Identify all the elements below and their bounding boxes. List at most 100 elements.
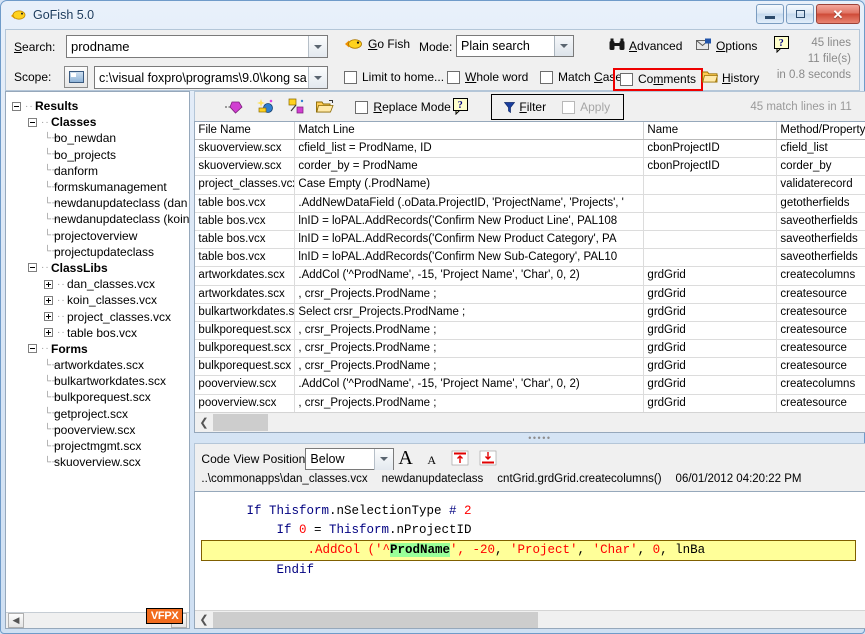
pane-splitter[interactable]: ••••• xyxy=(194,433,865,443)
tree-node[interactable]: └─pooverview.scx xyxy=(12,422,189,438)
match-case-checkbox[interactable]: Match Case xyxy=(540,70,622,84)
grid-body[interactable]: skuoverview.scxcfield_list = ProdName, I… xyxy=(195,140,865,412)
table-row[interactable]: table bos.vcxlnID = loPAL.AddRecords('Co… xyxy=(195,213,865,231)
table-row[interactable]: table bos.vcxlnID = loPAL.AddRecords('Co… xyxy=(195,249,865,267)
table-row[interactable]: artworkdates.scx, crsr_Projects.ProdName… xyxy=(195,286,865,304)
tree-expand-icon[interactable] xyxy=(44,312,53,321)
limit-to-home-checkbox[interactable]: Limit to home... xyxy=(344,70,444,84)
whole-word-checkbox[interactable]: Whole word xyxy=(447,70,528,84)
grid-horizontal-scrollbar[interactable]: ❮ ❯ xyxy=(195,412,865,432)
grid-column-header[interactable]: Method/Property Na xyxy=(777,122,865,139)
search-input[interactable] xyxy=(67,37,297,56)
minimize-button[interactable] xyxy=(756,4,784,24)
tree-expand-icon[interactable] xyxy=(44,280,53,289)
table-row[interactable]: bulkporequest.scx, crsr_Projects.ProdNam… xyxy=(195,340,865,358)
comments-checkbox[interactable]: Comments xyxy=(613,68,703,91)
apply-checkbox[interactable]: Apply xyxy=(562,100,610,114)
move-to-top-icon[interactable] xyxy=(451,450,469,466)
tree-node[interactable]: └─projectoverview xyxy=(12,228,189,244)
table-row[interactable]: bulkporequest.scx, crsr_Projects.ProdNam… xyxy=(195,322,865,340)
scrollbar-thumb[interactable] xyxy=(213,414,268,431)
code-view-position-dropdown-icon[interactable] xyxy=(374,449,393,470)
tree-node[interactable]: └─newdanupdateclass (dan xyxy=(12,195,189,211)
increase-font-button[interactable]: A xyxy=(398,447,412,470)
code-token: If xyxy=(276,523,299,537)
tree-node[interactable]: ··dan_classes.vcx xyxy=(12,276,189,292)
tree-node[interactable]: └─bulkartworkdates.scx xyxy=(12,373,189,389)
mode-combobox[interactable]: Plain search xyxy=(456,35,574,57)
close-button[interactable]: ✕ xyxy=(816,4,860,24)
tree-node[interactable]: └─artworkdates.scx xyxy=(12,357,189,373)
grid-cell-file: table bos.vcx xyxy=(195,249,295,266)
results-tree[interactable]: ··Results··Classes└─bo_newdan└─bo_projec… xyxy=(6,92,189,612)
scroll-left-icon[interactable]: ❮ xyxy=(195,414,212,432)
tree-node[interactable]: ··table bos.vcx xyxy=(12,325,189,341)
scope-dropdown-icon[interactable] xyxy=(308,67,327,88)
sparkle-arrow-icon[interactable] xyxy=(287,98,305,114)
tree-collapse-icon[interactable] xyxy=(28,263,37,272)
tree-collapse-icon[interactable] xyxy=(12,102,21,111)
tree-node[interactable]: └─danform xyxy=(12,163,189,179)
tree-collapse-icon[interactable] xyxy=(28,118,37,127)
open-folder-icon[interactable] xyxy=(316,99,334,115)
advanced-button[interactable]: Advanced xyxy=(609,38,682,54)
tree-node[interactable]: └─bulkporequest.scx xyxy=(12,389,189,405)
go-fish-button[interactable]: Go Fish xyxy=(344,37,410,51)
advanced-label: Advanced xyxy=(629,39,682,53)
tree-collapse-icon[interactable] xyxy=(28,344,37,353)
mode-dropdown-icon[interactable] xyxy=(554,36,573,56)
filter-button[interactable]: Filter xyxy=(504,100,546,114)
table-row[interactable]: pooverview.scx, crsr_Projects.ProdName ;… xyxy=(195,395,865,412)
table-row[interactable]: bulkartworkdates.scxSelect crsr_Projects… xyxy=(195,304,865,322)
tree-node[interactable]: └─newdanupdateclass (koin xyxy=(12,211,189,227)
table-row[interactable]: table bos.vcxlnID = loPAL.AddRecords('Co… xyxy=(195,231,865,249)
tree-expand-icon[interactable] xyxy=(44,296,53,305)
table-row[interactable]: artworkdates.scx.AddCol ('^ProdName', -1… xyxy=(195,267,865,285)
code-horizontal-scrollbar[interactable]: ❮ ❯ xyxy=(195,610,865,628)
scope-combobox[interactable]: c:\visual foxpro\programs\9.0\kong samp xyxy=(94,66,328,89)
tree-node[interactable]: └─skuoverview.scx xyxy=(12,454,189,470)
tree-leaf-connector: └─ xyxy=(44,408,54,419)
history-button[interactable]: History xyxy=(702,70,759,86)
tree-expand-icon[interactable] xyxy=(44,328,53,337)
tree-node[interactable]: ··Classes xyxy=(12,114,189,130)
code-view-position-combobox[interactable]: Below xyxy=(305,448,394,470)
table-row[interactable]: skuoverview.scxcorder_by = ProdNamecbonP… xyxy=(195,158,865,176)
gem-icon[interactable] xyxy=(225,99,243,115)
decrease-font-button[interactable]: A xyxy=(427,453,436,468)
tree-node[interactable]: └─getproject.scx xyxy=(12,406,189,422)
tree-node[interactable]: └─bo_projects xyxy=(12,147,189,163)
replace-mode-checkbox[interactable]: Replace Mode xyxy=(355,100,450,114)
table-row[interactable]: skuoverview.scxcfield_list = ProdName, I… xyxy=(195,140,865,158)
code-viewer[interactable]: If Thisform.nSelectionType # 2 If 0 = Th… xyxy=(194,491,865,629)
scope-browse-button[interactable] xyxy=(64,66,88,88)
tree-node[interactable]: └─projectupdateclass xyxy=(12,244,189,260)
wand-sparkle-icon[interactable] xyxy=(257,98,275,114)
tree-node[interactable]: ··Results xyxy=(12,98,189,114)
move-to-bottom-icon[interactable] xyxy=(479,450,497,466)
tree-scroll-left-button[interactable]: ◀ xyxy=(8,613,24,628)
tree-node[interactable]: ··ClassLibs xyxy=(12,260,189,276)
table-row[interactable]: pooverview.scx.AddCol ('^ProdName', -15,… xyxy=(195,376,865,394)
tree-node[interactable]: ··project_classes.vcx xyxy=(12,308,189,324)
tree-node[interactable]: └─bo_newdan xyxy=(12,130,189,146)
maximize-button[interactable] xyxy=(786,4,814,24)
table-row[interactable]: project_classes.vcxCase Empty (.ProdName… xyxy=(195,176,865,194)
tree-node[interactable]: └─projectmgmt.scx xyxy=(12,438,189,454)
grid-cell-method: createcolumns xyxy=(777,267,865,284)
table-row[interactable]: table bos.vcx.AddNewDataField (.oData.Pr… xyxy=(195,195,865,213)
table-row[interactable]: bulkporequest.scx, crsr_Projects.ProdNam… xyxy=(195,358,865,376)
grid-column-header[interactable]: File Name xyxy=(195,122,295,139)
search-combobox[interactable] xyxy=(66,35,328,58)
grid-column-header[interactable]: Match Line xyxy=(295,122,644,139)
grid-column-header[interactable]: Name xyxy=(644,122,777,139)
scroll-left-icon[interactable]: ❮ xyxy=(195,611,212,629)
tree-node[interactable]: ··koin_classes.vcx xyxy=(12,292,189,308)
code-token: Thisform xyxy=(329,523,389,537)
tree-node[interactable]: └─formskumanagement xyxy=(12,179,189,195)
scrollbar-thumb[interactable] xyxy=(213,612,538,628)
tree-node[interactable]: ··Forms xyxy=(12,341,189,357)
options-button[interactable]: Options xyxy=(696,38,757,54)
search-dropdown-icon[interactable] xyxy=(308,36,327,57)
replace-help-icon[interactable]: ? xyxy=(453,98,469,118)
